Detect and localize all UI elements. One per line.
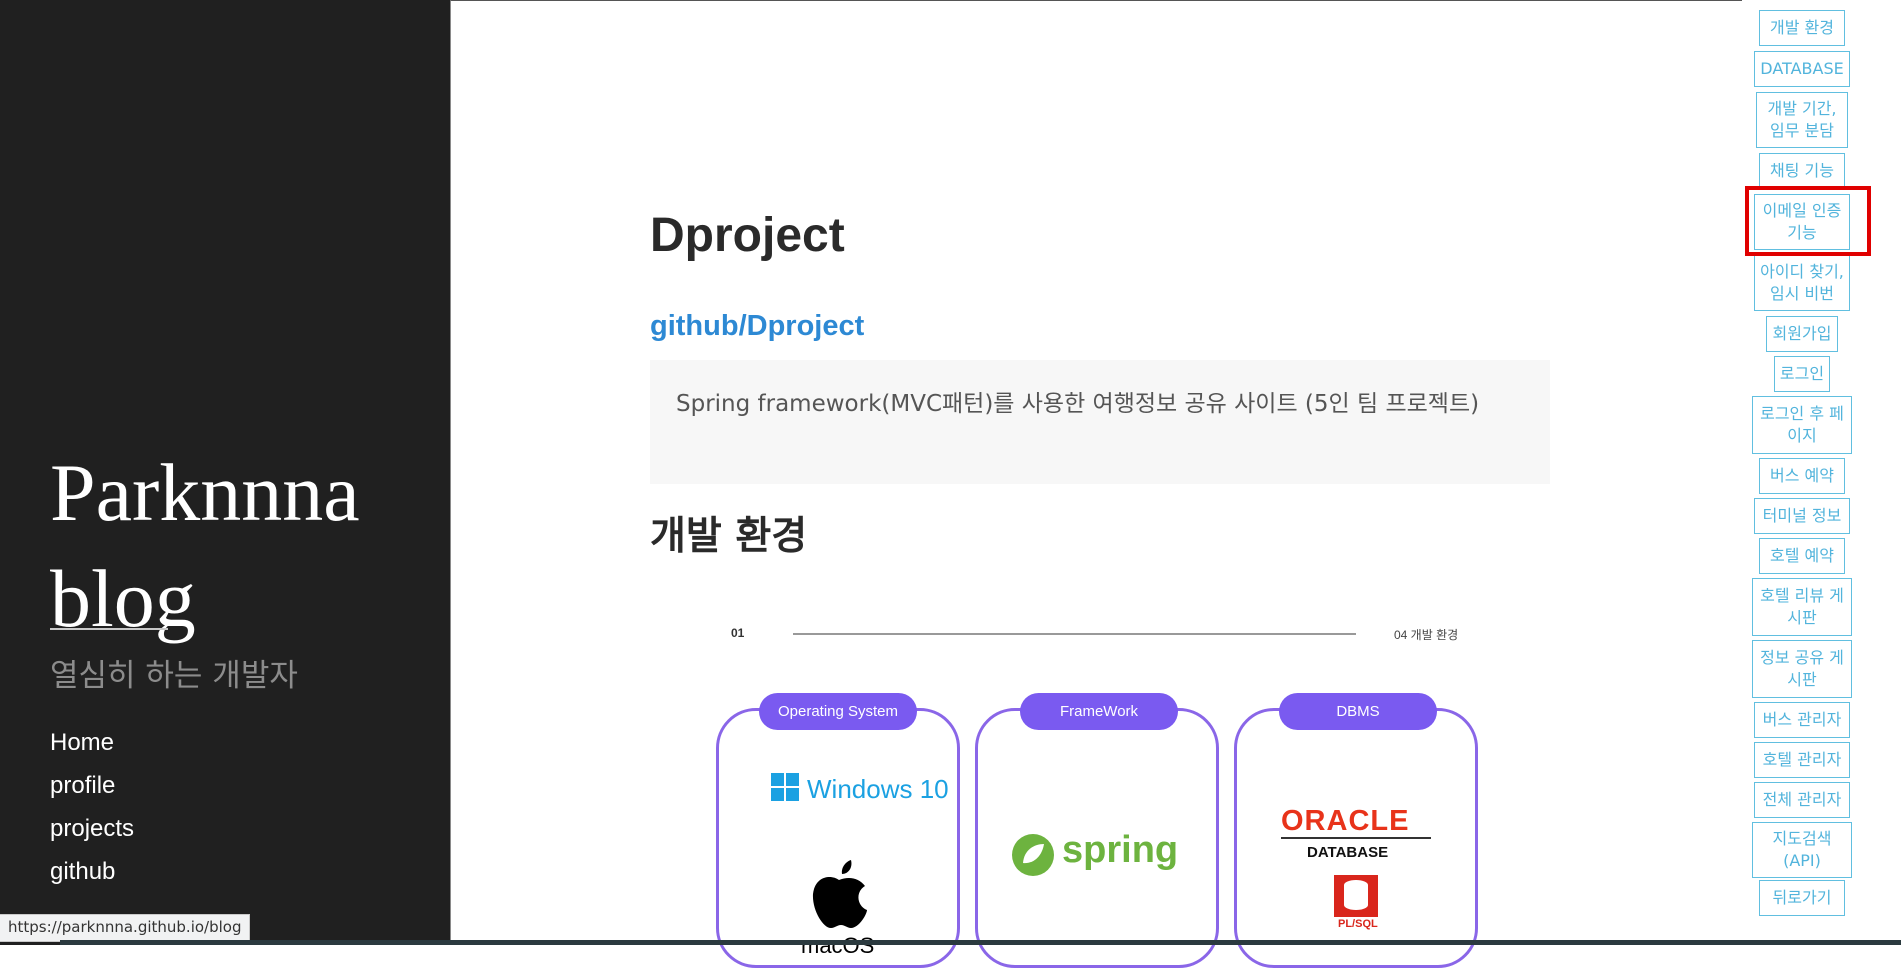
toc-item-bus-admin[interactable]: 버스 관리자 bbox=[1754, 702, 1850, 738]
slide-number: 01 bbox=[731, 626, 745, 640]
spring-label: spring bbox=[1062, 829, 1179, 871]
toc-item-after-login[interactable]: 로그인 후 페이지 bbox=[1752, 396, 1852, 454]
toc-item-chat[interactable]: 채팅 기능 bbox=[1759, 153, 1845, 189]
toc-item-total-admin[interactable]: 전체 관리자 bbox=[1754, 782, 1850, 818]
toc-item-info-board[interactable]: 정보 공유 게시판 bbox=[1752, 640, 1852, 698]
sidebar: Parknnna blog 열심히 하는 개발자 Home profile pr… bbox=[0, 0, 450, 945]
framework-card: spring bbox=[975, 708, 1219, 968]
toc-item-email-auth[interactable]: 이메일 인증 기능 bbox=[1754, 194, 1850, 250]
toc-item-back[interactable]: 뒤로가기 bbox=[1759, 880, 1845, 916]
os-pill: Operating System bbox=[759, 693, 917, 730]
sidebar-nav: Home profile projects github bbox=[50, 725, 134, 897]
nav-item: profile bbox=[50, 768, 134, 811]
windows-logo-icon bbox=[771, 773, 799, 801]
toc-item-map-search[interactable]: 지도검색(API) bbox=[1752, 822, 1852, 878]
spring-logo-icon bbox=[1012, 834, 1054, 876]
toc-item-database[interactable]: DATABASE bbox=[1754, 51, 1850, 87]
dbms-pill: DBMS bbox=[1279, 693, 1437, 730]
site-title-line2[interactable]: blog bbox=[50, 553, 196, 644]
toc-item-signup[interactable]: 회원가입 bbox=[1766, 316, 1838, 352]
toc-item-login[interactable]: 로그인 bbox=[1774, 356, 1830, 392]
status-bar-url: https://parknnna.github.io/blog bbox=[0, 914, 251, 942]
nav-item: projects bbox=[50, 811, 134, 854]
slide-divider bbox=[793, 633, 1356, 635]
macos-label: macOS bbox=[801, 933, 875, 958]
toc-item-find-id[interactable]: 아이디 찾기, 임시 비번 bbox=[1754, 255, 1850, 311]
toc-item-hotel-booking[interactable]: 호텔 예약 bbox=[1759, 538, 1845, 574]
database-label: DATABASE bbox=[1307, 844, 1389, 861]
nav-item: Home bbox=[50, 725, 134, 768]
site-title[interactable]: Parknnna blog bbox=[50, 440, 450, 652]
framework-pill: FrameWork bbox=[1020, 693, 1178, 730]
toc-item-terminal-info[interactable]: 터미널 정보 bbox=[1754, 498, 1850, 534]
site-subtitle: 열심히 하는 개발자 bbox=[50, 658, 298, 694]
windows-10-label: Windows 10 bbox=[807, 774, 949, 804]
toc-item-bus-booking[interactable]: 버스 예약 bbox=[1759, 458, 1845, 494]
plsql-label: PL/SQL bbox=[1338, 918, 1378, 930]
plsql-database-icon bbox=[1334, 875, 1378, 917]
nav-github-link[interactable]: github bbox=[50, 858, 115, 885]
section-heading: 개발 환경 bbox=[650, 514, 808, 559]
toc-item-hotel-review[interactable]: 호텔 리뷰 게시판 bbox=[1752, 578, 1852, 636]
nav-item: github bbox=[50, 854, 134, 897]
site-title-line1[interactable]: Parknnna bbox=[50, 447, 360, 538]
nav-home-link[interactable]: Home bbox=[50, 729, 114, 756]
oracle-label: ORACLE bbox=[1281, 805, 1410, 837]
oracle-divider bbox=[1281, 837, 1431, 839]
toc-item-dev-period[interactable]: 개발 기간, 임무 분담 bbox=[1756, 92, 1848, 148]
nav-projects-link[interactable]: projects bbox=[50, 815, 134, 842]
table-of-contents: 개발 환경 DATABASE 개발 기간, 임무 분담 채팅 기능 이메일 인증… bbox=[1742, 0, 1901, 945]
taskbar-edge bbox=[60, 940, 1901, 945]
page-title: Dproject bbox=[650, 209, 845, 262]
slide-label: 04 개발 환경 bbox=[1394, 628, 1459, 642]
github-repo-link[interactable]: github/Dproject bbox=[650, 310, 864, 343]
dbms-card: ORACLE DATABASE PL/SQL bbox=[1234, 708, 1478, 968]
toc-item-dev-env[interactable]: 개발 환경 bbox=[1759, 10, 1845, 46]
apple-logo-icon bbox=[812, 860, 867, 928]
title-underline bbox=[50, 628, 168, 630]
project-description: Spring framework(MVC패턴)를 사용한 여행정보 공유 사이트… bbox=[650, 360, 1550, 484]
os-card: Windows 10 macOS bbox=[716, 708, 960, 968]
toc-item-hotel-admin[interactable]: 호텔 관리자 bbox=[1754, 742, 1850, 778]
nav-profile-link[interactable]: profile bbox=[50, 772, 115, 799]
